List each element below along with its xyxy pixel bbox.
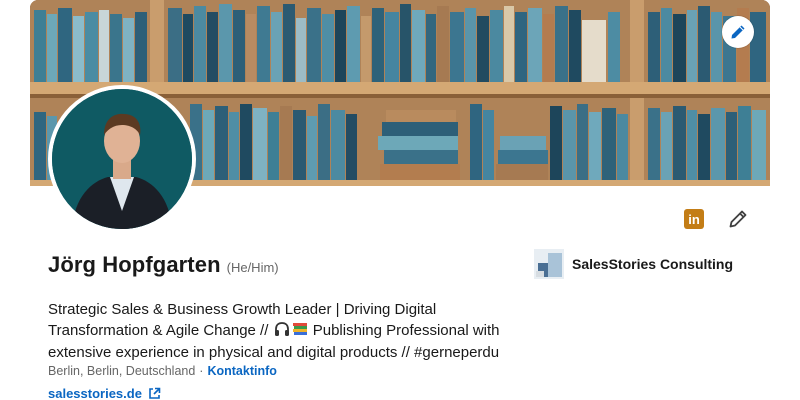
profile-pronouns: (He/Him) [226,260,279,275]
location-row: Berlin, Berlin, Deutschland · Kontaktinf… [48,364,277,378]
company-name: SalesStories Consulting [572,256,734,272]
profile-photo [52,89,192,229]
profile-name: Jörg Hopfgarten [48,252,221,277]
edit-pencil-icon [729,210,747,228]
contact-info-link[interactable]: Kontaktinfo [207,364,276,378]
website-label: salesstories.de [48,386,142,400]
name-row: Jörg Hopfgarten (He/Him) [48,252,279,278]
edit-banner-pencil-icon [731,25,745,39]
location-separator: · [199,364,204,378]
linkedin-icon[interactable]: in [684,209,704,229]
company-logo-icon [534,249,564,279]
edit-banner-button[interactable] [722,16,754,48]
profile-card: in Jörg Hopfgarten (He/Him) SalesStories… [30,0,770,400]
current-company[interactable]: SalesStories Consulting [534,249,733,279]
external-link-icon [149,387,161,399]
books-emoji [291,320,309,344]
company-logo [534,249,564,279]
headphones-emoji [273,320,291,344]
profile-avatar[interactable] [48,85,196,233]
profile-location: Berlin, Berlin, Deutschland [48,364,196,378]
profile-headline: Strategic Sales & Business Growth Leader… [48,300,518,363]
website-link[interactable]: salesstories.de [48,386,161,400]
edit-intro-button[interactable] [728,209,748,229]
profile-actions: in [684,209,748,229]
